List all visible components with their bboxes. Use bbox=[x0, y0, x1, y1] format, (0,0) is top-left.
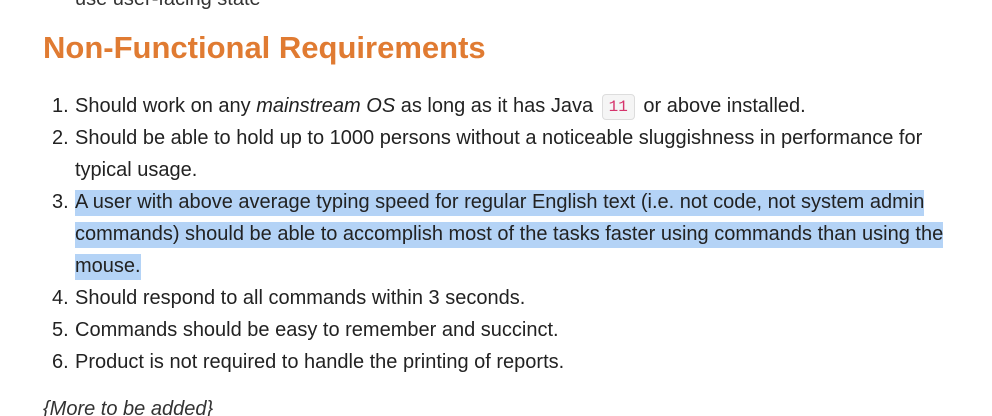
list-item-text: Should be able to hold up to 1000 person… bbox=[75, 127, 923, 181]
list-item-text: Product is not required to handle the pr… bbox=[75, 351, 565, 373]
selected-text[interactable]: A user with above average typing speed f… bbox=[75, 190, 944, 280]
inline-code: 11 bbox=[601, 94, 635, 120]
more-to-be-added-note: {More to be added} bbox=[43, 398, 214, 416]
emphasis-text: mainstream OS bbox=[256, 95, 396, 117]
list-item-number: 3. bbox=[52, 191, 69, 213]
list-item-number: 5. bbox=[52, 319, 69, 341]
requirements-list: 1. Should work on any mainstream OS as l… bbox=[0, 90, 992, 378]
list-item-number: 1. bbox=[52, 95, 69, 117]
text-segment: as long as it has Java bbox=[395, 95, 599, 117]
list-item-text: Commands should be easy to remember and … bbox=[75, 319, 559, 341]
list-item-selected: 3. A user with above average typing spee… bbox=[0, 186, 992, 282]
list-item-text: Should work on any mainstream OS as long… bbox=[75, 94, 806, 120]
text-segment: Should work on any bbox=[75, 95, 257, 117]
section-heading: Non-Functional Requirements bbox=[43, 30, 486, 65]
text-segment: or above installed. bbox=[637, 95, 806, 117]
list-item: 2. Should be able to hold up to 1000 per… bbox=[0, 122, 992, 186]
list-item-number: 4. bbox=[52, 287, 69, 309]
list-item: 1. Should work on any mainstream OS as l… bbox=[0, 90, 992, 122]
truncated-text-fragment: use user-facing state bbox=[75, 0, 261, 11]
list-item-number: 6. bbox=[52, 351, 69, 373]
list-item-text: A user with above average typing speed f… bbox=[75, 186, 955, 282]
list-item: 4. Should respond to all commands within… bbox=[0, 282, 992, 314]
list-item-text: Should respond to all commands within 3 … bbox=[75, 287, 526, 309]
list-item: 6. Product is not required to handle the… bbox=[0, 346, 992, 378]
list-item-number: 2. bbox=[52, 127, 69, 149]
list-item: 5. Commands should be easy to remember a… bbox=[0, 314, 992, 346]
